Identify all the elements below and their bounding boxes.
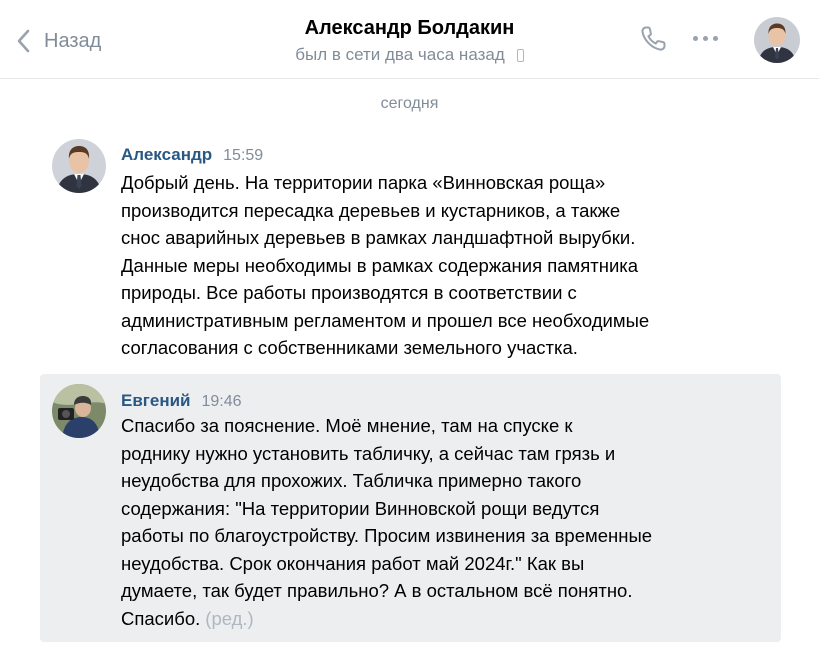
edited-label[interactable]: (ред.) <box>205 608 253 629</box>
message-author[interactable]: Александр <box>121 145 212 165</box>
message-header: Александр 15:59 <box>121 145 263 165</box>
date-separator: сегодня <box>380 95 439 112</box>
message-line: Добрый день. На территории парка «Виннов… <box>121 172 606 193</box>
peer-status-text: был в сети два часа назад <box>295 45 505 64</box>
message-author[interactable]: Евгений <box>121 391 191 411</box>
message-line: производится пересадка деревьев и кустар… <box>121 199 621 221</box>
more-dots-icon[interactable] <box>693 36 718 41</box>
message-line: роднику нужно установить табличку, а сей… <box>121 442 616 464</box>
message-header: Евгений 19:46 <box>121 391 242 411</box>
message-time[interactable]: 19:46 <box>202 393 242 411</box>
message-line: природы. Все работы производятся в соотв… <box>121 282 577 303</box>
header-avatar[interactable] <box>754 17 800 63</box>
message-line: неудобства для прохожих. Табличка пример… <box>121 470 582 491</box>
message-line: Спасибо за пояснение. Моё мнение, там на… <box>121 415 573 436</box>
avatar[interactable] <box>52 139 106 193</box>
message-line: содержания: "На территории Винновской ро… <box>121 497 600 519</box>
message-line-last: Спасибо. (ред.) <box>121 605 771 633</box>
message-line: работы по благоустройству. Просим извине… <box>121 525 653 546</box>
message-item: Евгений 19:46 Спасибо за пояснение. Моё … <box>40 374 781 642</box>
chat-header: Назад Александр Болдакин был в сети два … <box>0 0 819 79</box>
message-line-text: Спасибо. <box>121 607 201 629</box>
avatar[interactable] <box>52 384 106 438</box>
message-line: Данные меры необходимы в рамках содержан… <box>121 254 639 276</box>
message-item: Александр 15:59 Добрый день. На территор… <box>40 132 781 362</box>
mobile-device-icon <box>516 48 524 62</box>
message-time[interactable]: 15:59 <box>223 147 263 165</box>
peer-status: был в сети два часа назад <box>0 45 819 65</box>
message-line: административным регламентом и прошел вс… <box>121 309 650 331</box>
message-line: думаете, так будет правильно? А в осталь… <box>121 580 633 601</box>
message-line: неудобства. Срок окончания работ май 202… <box>121 552 585 574</box>
message-line: снос аварийных деревьев в рамках ландшаф… <box>121 227 636 248</box>
phone-icon[interactable] <box>638 24 668 59</box>
message-text: Спасибо за пояснение. Моё мнение, там на… <box>121 412 771 632</box>
message-line: согласования с собственниками земельного… <box>121 337 578 358</box>
message-text: Добрый день. На территории парка «Виннов… <box>121 169 771 362</box>
